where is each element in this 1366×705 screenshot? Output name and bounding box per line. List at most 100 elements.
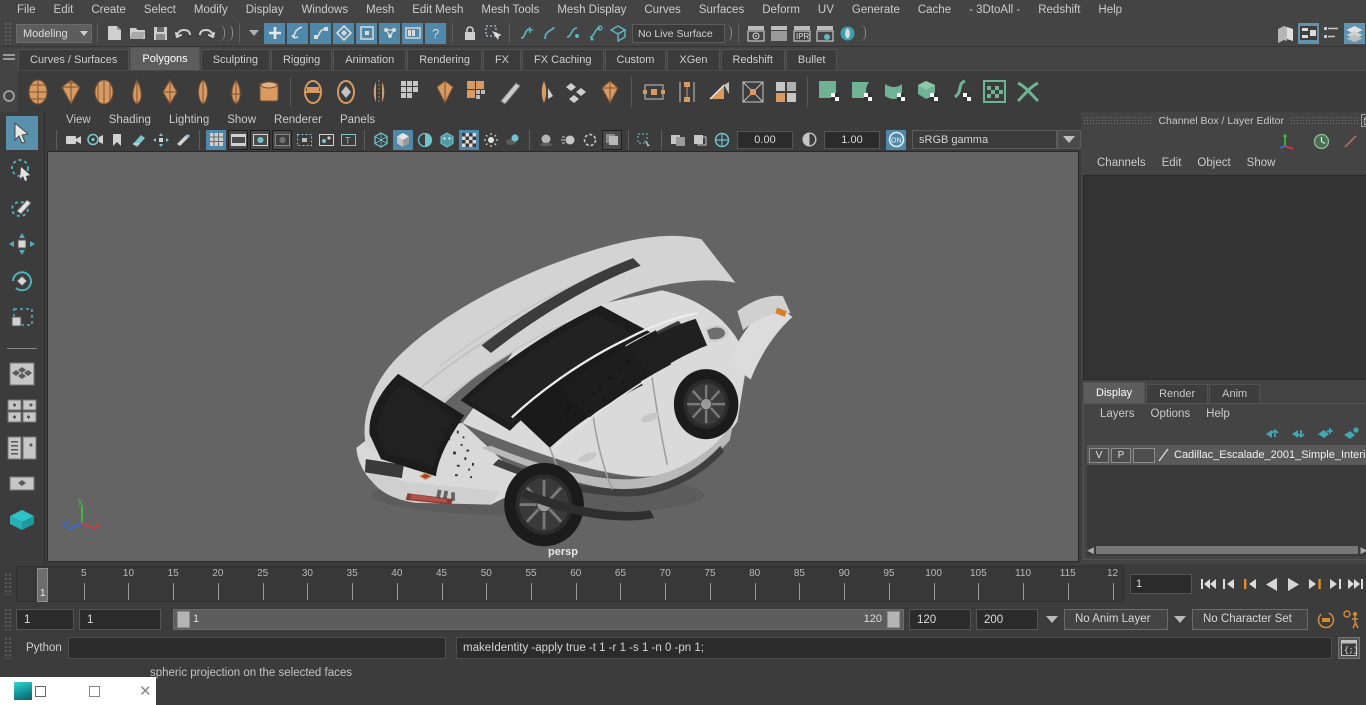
viewport-3d[interactable]: y x z persp [47,150,1079,562]
gamma-icon[interactable] [799,130,819,150]
layout-single-persp-button[interactable] [6,468,38,502]
command-input-field[interactable] [68,637,446,659]
menu-item-mesh-tools[interactable]: Mesh Tools [472,0,548,20]
menu-item-surfaces[interactable]: Surfaces [690,0,753,20]
channel-box-menu-show[interactable]: Show [1239,157,1284,169]
layer-color-swatch[interactable] [1133,447,1155,463]
viewport-menu-shading[interactable]: Shading [100,114,160,126]
poly-reduce-icon[interactable] [461,75,494,109]
time-slider[interactable]: 1 5 10 15 20 25 30 35 40 45 50 55 60 65 70 75 80 85 90 95 1… [16,566,1124,602]
menu-set-selector[interactable]: Modeling [16,23,92,43]
snap-to-grid-icon[interactable] [516,23,537,44]
character-set-chevron-down-icon[interactable] [1174,615,1186,623]
new-layer-icon[interactable] [1317,427,1334,440]
current-time-indicator[interactable]: 1 [37,568,48,602]
shelf-tab-redshift[interactable]: Redshift [720,49,785,70]
menu-item-display[interactable]: Display [237,0,293,20]
gear-icon[interactable] [3,90,15,102]
poly-plane-icon[interactable] [186,75,219,109]
menu-item-generate[interactable]: Generate [843,0,909,20]
show-channel-box-icon[interactable] [1344,22,1365,44]
select-by-component-type-icon[interactable] [310,22,331,44]
xray-icon[interactable] [294,130,314,150]
menu-item-mesh-display[interactable]: Mesh Display [548,0,635,20]
select-tool-button[interactable] [6,116,38,150]
use-default-material-icon[interactable] [459,129,479,150]
lighting-icon[interactable] [481,130,501,150]
select-by-hierarchy-icon[interactable] [264,22,285,44]
move-axis-icon[interactable] [1279,133,1301,150]
uv-flow-icon[interactable] [945,75,978,109]
color-space-dropdown-button[interactable] [1057,130,1081,149]
text-toggle-icon[interactable]: T [338,130,358,150]
uv-planar-icon[interactable] [637,75,670,109]
motion-blur-icon[interactable] [558,130,578,150]
menu-item-select[interactable]: Select [135,0,185,20]
select-rendering-icon[interactable]: ? [425,22,446,44]
step-back-frame-icon[interactable] [1241,573,1260,595]
layer-list-scrollbar[interactable]: ◀ ▶ [1087,544,1366,556]
uv-checker-icon[interactable] [978,75,1011,109]
shelf-tab-sculpting[interactable]: Sculpting [200,49,270,70]
layer-menu-help[interactable]: Help [1198,408,1238,420]
layer-playback-toggle[interactable]: P [1111,447,1131,463]
script-editor-icon[interactable]: {;} [1338,637,1360,659]
open-scene-icon[interactable] [127,23,148,44]
shelf-tab-rendering[interactable]: Rendering [407,49,482,70]
menu-item-file[interactable]: File [8,0,45,20]
poly-pipe-icon[interactable] [252,75,285,109]
menu-item-windows[interactable]: Windows [292,0,357,20]
menu-item-cache[interactable]: Cache [909,0,960,20]
image-plane-icon[interactable] [129,130,149,150]
poly-mirror-icon[interactable] [362,75,395,109]
channel-box-menu-object[interactable]: Object [1189,157,1238,169]
poly-multi-cut-icon[interactable] [494,75,527,109]
film-gate-icon[interactable] [228,129,248,150]
play-backwards-icon[interactable] [1262,573,1281,595]
new-layer-from-selected-icon[interactable] [1343,426,1360,440]
layer-tab-render[interactable]: Render [1146,384,1209,403]
shelf-tab-bullet[interactable]: Bullet [785,49,838,70]
range-end-handle[interactable] [887,610,900,628]
poly-merge-icon[interactable] [593,75,626,109]
layer-row[interactable]: V P Cadillac_Escalade_2001_Simple_Interi [1087,445,1366,465]
playback-start-time-field[interactable]: 1 [79,608,161,630]
select-curves-icon[interactable] [356,22,377,44]
hardware-texturing-icon[interactable] [437,130,457,150]
shelf-tab-rigging[interactable]: Rigging [270,49,333,70]
select-handles-icon[interactable] [333,22,354,44]
select-dynamics-icon[interactable] [402,22,423,44]
poly-sphere-icon[interactable] [21,75,54,109]
layer-tab-anim[interactable]: Anim [1209,384,1261,403]
select-surfaces-icon[interactable] [379,22,400,44]
uv-cylindrical-icon[interactable] [670,75,703,109]
viewport-menu-panels[interactable]: Panels [331,114,384,126]
step-forward-frame-icon[interactable] [1304,573,1323,595]
uv-editor-icon[interactable] [813,75,846,109]
poly-torus-icon[interactable] [153,75,186,109]
viewport-menu-show[interactable]: Show [218,114,265,126]
ipr-render-icon[interactable]: IPR [791,23,812,44]
uv-3d-cut-icon[interactable] [846,75,879,109]
menu-item-edit-mesh[interactable]: Edit Mesh [403,0,472,20]
menu-item-create[interactable]: Create [82,0,135,20]
multisample-icon[interactable] [580,130,600,150]
poly-pyramid-icon[interactable] [219,75,252,109]
channel-box-menu-edit[interactable]: Edit [1154,157,1190,169]
maximize-window-icon[interactable] [89,685,100,697]
rotate-tool-button[interactable] [6,264,38,298]
command-output-field[interactable]: makeIdentity -apply true -t 1 -r 1 -s 1 … [456,637,1332,659]
shelf-tab-custom[interactable]: Custom [604,49,667,70]
go-to-start-icon[interactable] [1199,573,1218,595]
shelf-menu-icon[interactable] [3,54,15,56]
render-view-icon[interactable] [745,23,766,44]
time-slider-grip[interactable] [4,573,13,595]
uv-unfold-icon[interactable] [879,75,912,109]
lock-icon[interactable] [459,23,480,44]
wireframe-icon[interactable] [371,130,391,150]
poly-combine-icon[interactable] [329,75,362,109]
shadows-icon[interactable] [503,130,523,150]
exposure-icon[interactable] [712,130,732,150]
animation-end-time-field[interactable]: 200 [976,608,1038,630]
panel-restore-button[interactable] [1361,114,1366,127]
